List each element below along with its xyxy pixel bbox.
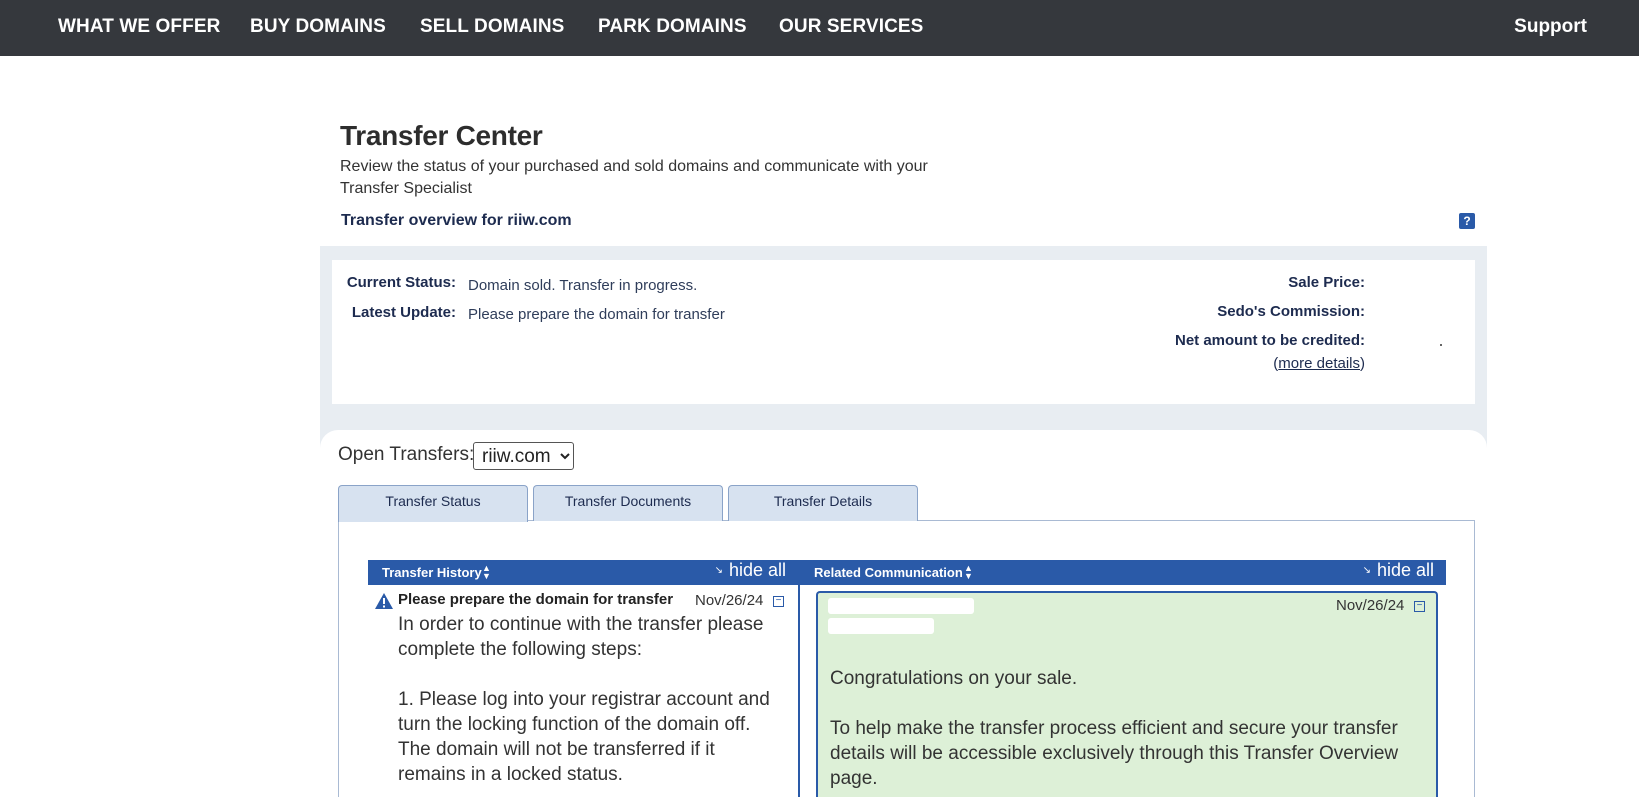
more-details-link[interactable]: more details [1278,355,1360,372]
nav-what-we-offer[interactable]: WHAT WE OFFER [58,16,220,38]
tab-transfer-status[interactable]: Transfer Status [338,485,528,522]
commission-label: Sedo's Commission: [1217,303,1365,320]
transfer-history-title[interactable]: Transfer History [382,565,482,580]
sort-icon[interactable]: ▲ ▼ [482,564,491,581]
open-transfers-select[interactable]: riiw.com [473,442,574,470]
nav-our-services[interactable]: OUR SERVICES [779,16,923,38]
related-communication-header: Related Communication ▲ ▼ ↘ hide all [800,560,1446,585]
tab-transfer-details[interactable]: Transfer Details [728,485,918,521]
collapse-icon[interactable]: − [1414,601,1425,612]
latest-update-value: Please prepare the domain for transfer [468,306,725,323]
net-amount-label: Net amount to be credited: [1174,332,1365,349]
history-hide-all-button[interactable]: ↘ hide all [715,560,786,581]
collapse-icon[interactable]: − [773,596,784,607]
communication-paragraph: Congratulations on your sale. [830,668,1078,689]
warning-icon [375,593,393,609]
communication-date: Nov/26/24 [1336,597,1405,614]
transfer-history-header: Transfer History ▲ ▼ ↘ hide all [368,560,798,585]
nav-park-domains[interactable]: PARK DOMAINS [598,16,747,38]
nav-buy-domains[interactable]: BUY DOMAINS [250,16,386,38]
history-item-paragraph: In order to continue with the transfer p… [398,614,764,660]
redacted-subject [828,618,934,634]
top-navigation: WHAT WE OFFER BUY DOMAINS SELL DOMAINS P… [0,0,1639,56]
history-item-title: Please prepare the domain for transfer [398,591,674,608]
current-status-label: Current Status: [346,274,456,291]
collapse-arrow-icon: ↘ [714,565,723,576]
communication-hide-all-label: hide all [1376,560,1434,580]
overview-title: Transfer overview for riiw.com [341,212,572,229]
history-hide-all-label: hide all [728,560,786,580]
nav-support[interactable]: Support [1514,16,1587,38]
history-item-paragraph: 1. Please log into your registrar accoun… [398,689,770,785]
nav-sell-domains[interactable]: SELL DOMAINS [420,16,564,38]
collapse-arrow-icon: ↘ [1362,565,1371,576]
more-details-wrapper: (more details) [1273,355,1365,372]
sale-price-label: Sale Price: [1288,274,1365,291]
redacted-sender [828,598,974,614]
column-divider [798,560,800,797]
help-icon[interactable]: ? [1459,213,1475,229]
communication-hide-all-button[interactable]: ↘ hide all [1363,560,1434,581]
communication-paragraph: To help make the transfer process effici… [830,718,1399,789]
tab-transfer-documents[interactable]: Transfer Documents [533,485,723,521]
sort-icon[interactable]: ▲ ▼ [964,564,973,581]
page-title: Transfer Center [340,120,543,151]
history-item-body: In order to continue with the transfer p… [398,612,773,797]
page-subtitle: Review the status of your purchased and … [340,158,928,197]
related-communication-title[interactable]: Related Communication [814,565,963,580]
latest-update-label: Latest Update: [351,304,456,321]
redacted-value-mark [1440,344,1442,346]
current-status-value: Domain sold. Transfer in progress. [468,277,698,294]
communication-body: Congratulations on your sale. To help ma… [830,666,1410,797]
history-item-date: Nov/26/24 [695,592,764,609]
open-transfers-label: Open Transfers: [338,444,475,465]
